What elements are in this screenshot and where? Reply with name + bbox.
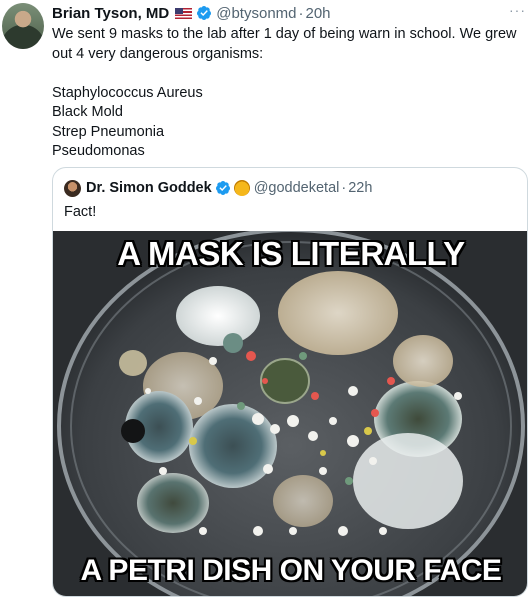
- separator: ·: [298, 4, 304, 22]
- us-flag-icon: [175, 7, 193, 19]
- separator: ·: [341, 180, 347, 196]
- quoted-author-handle[interactable]: @goddeketal: [254, 180, 340, 196]
- quoted-timestamp[interactable]: 22h: [348, 180, 372, 196]
- tweet-header: Brian Tyson, MD @btysonmd · 20h: [52, 3, 331, 23]
- more-options-icon[interactable]: ···: [509, 2, 526, 18]
- quoted-tweet[interactable]: Dr. Simon Goddek @goddeketal · 22h Fact!: [52, 167, 528, 597]
- quoted-header: Dr. Simon Goddek @goddeketal · 22h: [64, 178, 372, 198]
- organism-item: Strep Pneumonia: [52, 123, 165, 140]
- author-handle[interactable]: @btysonmd: [216, 5, 296, 22]
- image-caption-bottom: A PETRI DISH ON YOUR FACE: [80, 554, 502, 587]
- verified-badge-icon: [197, 6, 212, 20]
- organism-item: Black Mold: [52, 104, 123, 120]
- tweet[interactable]: Brian Tyson, MD @btysonmd · 20h ··· We s…: [0, 0, 532, 600]
- organism-item: Staphylococcus Aureus: [52, 84, 203, 101]
- petri-dish-illustration: [53, 231, 527, 596]
- quoted-media-image[interactable]: A MASK IS LITERALLY A PETRI DISH ON YOUR…: [53, 231, 527, 596]
- quoted-author-name[interactable]: Dr. Simon Goddek: [86, 180, 212, 196]
- quoted-text: Fact!: [64, 204, 97, 220]
- quoted-avatar[interactable]: [64, 179, 81, 197]
- timestamp[interactable]: 20h: [306, 5, 331, 22]
- organism-list: Staphylococcus Aureus Black Mold Strep P…: [52, 84, 522, 162]
- author-avatar[interactable]: [2, 3, 44, 49]
- tweet-text: We sent 9 masks to the lab after 1 day o…: [52, 25, 522, 162]
- organism-item: Pseudomonas: [52, 143, 145, 159]
- tweet-body: We sent 9 masks to the lab after 1 day o…: [52, 26, 517, 62]
- gold-coin-emoji-icon: [233, 180, 250, 196]
- image-caption-top: A MASK IS LITERALLY: [117, 235, 465, 272]
- verified-badge-icon: [215, 181, 230, 195]
- author-name[interactable]: Brian Tyson, MD: [52, 5, 169, 22]
